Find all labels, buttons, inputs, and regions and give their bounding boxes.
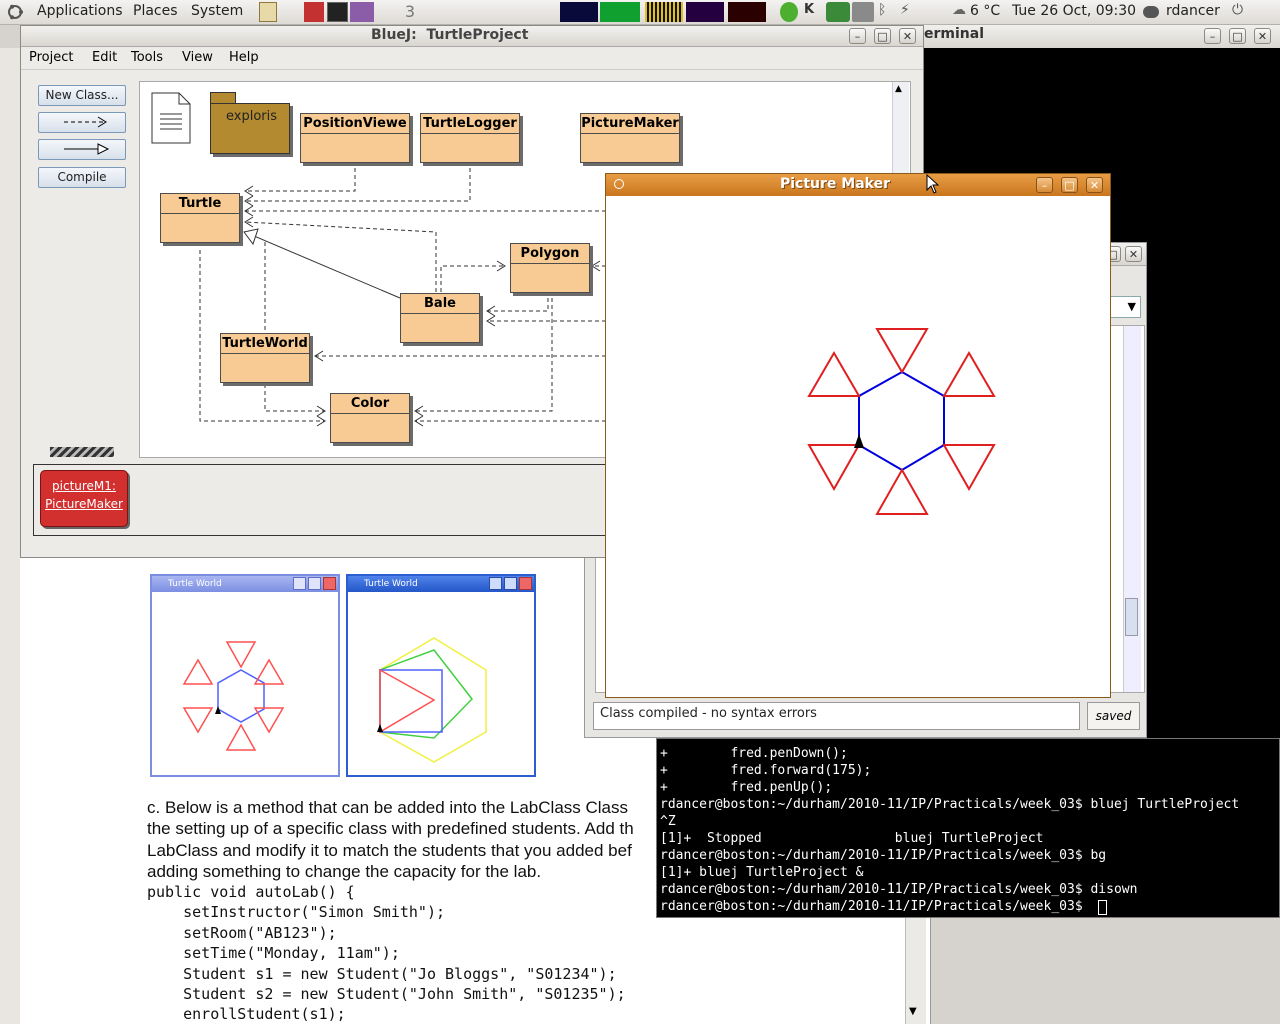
monitor-icon[interactable] [852, 2, 874, 22]
class-name: PositionViewe [301, 114, 409, 134]
terminal-maximize-button[interactable]: □ [1229, 28, 1246, 44]
cpu-monitor-graph [560, 2, 598, 22]
class-name: Color [331, 394, 409, 414]
swap-monitor-graph [686, 2, 724, 22]
terminal-minimize-button[interactable]: – [1204, 28, 1221, 44]
notes-launcher-icon[interactable] [259, 2, 277, 22]
picture-maker-title: Picture Maker [780, 176, 891, 192]
doc-paragraph-line-1: c. Below is a method that can be added i… [147, 798, 629, 817]
clock[interactable]: Tue 26 Oct, 09:30 [1012, 3, 1136, 19]
weather-temperature[interactable]: 6 °C [970, 3, 1000, 19]
class-name: TurtleWorld [221, 334, 309, 354]
class-name: TurtleLogger [421, 114, 519, 134]
network-monitor-graph [645, 2, 683, 22]
doc-code-line-1: public void autoLab() { [147, 883, 355, 901]
object-picturem1[interactable]: pictureM1: PictureMaker [40, 470, 128, 527]
terminal-line-6: [1]+ Stopped bluej TurtleProject [660, 831, 1044, 846]
k-app-icon[interactable]: K [804, 2, 818, 22]
network-three-icon[interactable]: 3 [401, 2, 419, 22]
class-name: Turtle [161, 194, 239, 214]
network-manager-icon[interactable] [826, 2, 850, 22]
window-switcher-icon[interactable] [350, 2, 374, 22]
doc-code-line-5: Student s1 = new Student("Jo Bloggs", "S… [147, 965, 617, 983]
turtle-world-thumbnail-1: Turtle World [150, 574, 340, 777]
terminal-line-9: rdancer@boston:~/durham/2010-11/IP/Pract… [660, 882, 1138, 897]
picture-maker-window: Picture Maker – □ ✕ [605, 173, 1111, 698]
weather-cloud-icon: ☁ [952, 2, 966, 18]
pdf-launcher-icon[interactable] [304, 2, 324, 22]
editor-scrollbar[interactable] [1123, 326, 1141, 692]
class-name: Bale [401, 294, 479, 314]
object-name-line-1: pictureM1: [52, 479, 116, 493]
terminal-launcher-icon[interactable] [327, 2, 348, 22]
menu-applications[interactable]: Applications [37, 3, 123, 19]
doc-code-line-7: enrollStudent(s1); [147, 1005, 346, 1023]
doc-scroll-down-arrow[interactable]: ▼ [909, 1006, 917, 1017]
class-name: PictureMaker [581, 114, 679, 134]
power-button-icon[interactable]: ⏻ [1232, 2, 1248, 22]
terminal-line-2: + fred.forward(175); [660, 763, 872, 778]
doc-code-line-6: Student s2 = new Student("John Smith", "… [147, 985, 626, 1003]
class-polygon[interactable]: Polygon [510, 243, 590, 293]
memory-monitor-graph [600, 2, 640, 22]
document-icon [151, 92, 191, 144]
thumb-drawing-polygons [377, 637, 487, 763]
doc-paragraph-line-3: LabClass and modify it to match the stud… [147, 841, 632, 860]
class-color[interactable]: Color [330, 393, 410, 443]
terminal-line-3: + fred.penUp(); [660, 780, 833, 795]
class-picturemaker[interactable]: PictureMaker [580, 113, 680, 163]
readme-file-icon[interactable] [151, 92, 191, 148]
class-turtlelogger[interactable]: TurtleLogger [420, 113, 520, 163]
terminal-window: erminal – □ ✕ [924, 24, 1280, 49]
doc-paragraph-line-2: the setting up of a specific class with … [147, 819, 634, 838]
class-turtle[interactable]: Turtle [160, 193, 240, 243]
load-monitor-graph [728, 2, 766, 22]
class-name: Polygon [511, 244, 589, 264]
doc-code-line-2: setInstructor("Simon Smith"); [147, 903, 446, 921]
editor-saved-label: saved [1095, 709, 1132, 723]
menu-system[interactable]: System [191, 3, 243, 19]
object-name-line-2: PictureMaker [45, 497, 123, 511]
package-exploris[interactable]: exploris [210, 92, 290, 154]
picture-maker-close-button[interactable]: ✕ [1086, 177, 1103, 193]
terminal-line-10: rdancer@boston:~/durham/2010-11/IP/Pract… [660, 899, 1091, 914]
gnome-top-panel: Applications Places System 3 K ᛒ ⚡ ☁ 6 °… [0, 0, 1280, 25]
thumb-title-1: Turtle World [168, 579, 222, 589]
menu-places[interactable]: Places [133, 3, 178, 19]
doc-paragraph-line-4: adding something to change the capacity … [147, 862, 542, 881]
terminal-line-7: rdancer@boston:~/durham/2010-11/IP/Pract… [660, 848, 1107, 863]
ubuntu-logo-icon[interactable] [6, 3, 24, 21]
package-label: exploris [226, 109, 278, 124]
turtle-drawing-canvas [807, 328, 996, 515]
terminal-line-1: + fred.penDown(); [660, 746, 848, 761]
terminal-title: erminal [924, 26, 984, 42]
doc-code-line-4: setTime("Monday, 11am"); [147, 944, 400, 962]
doc-code-line-3: setRoom("AB123"); [147, 924, 337, 942]
user-name[interactable]: rdancer [1166, 3, 1220, 19]
thumb-title-2: Turtle World [364, 579, 418, 589]
class-positionviewer[interactable]: PositionViewe [300, 113, 410, 163]
terminal-line-8: [1]+ bluej TurtleProject & [660, 865, 864, 880]
editor-status-text: Class compiled - no syntax errors [600, 706, 817, 721]
picture-maker-minimize-button[interactable]: – [1036, 177, 1053, 193]
power-plug-icon[interactable]: ⚡ [900, 2, 918, 22]
terminal-close-button[interactable]: ✕ [1254, 28, 1271, 44]
terminal-cursor [1098, 900, 1107, 915]
bluetooth-icon[interactable]: ᛒ [878, 2, 892, 22]
terminal-line-4: rdancer@boston:~/durham/2010-11/IP/Pract… [660, 797, 1240, 812]
editor-scroll-thumb[interactable] [1125, 598, 1138, 636]
mouse-pointer-icon [926, 174, 940, 194]
update-check-icon[interactable] [780, 2, 798, 22]
turtle-world-thumbnail-2: Turtle World [346, 574, 536, 777]
chat-bubble-icon[interactable] [1143, 6, 1159, 18]
terminal-line-5: ^Z [660, 814, 676, 829]
window-menu-icon[interactable] [614, 179, 624, 189]
editor-close-button[interactable]: ✕ [1125, 246, 1142, 262]
editor-saved-indicator: saved [1087, 702, 1140, 730]
class-turtleworld[interactable]: TurtleWorld [220, 333, 310, 383]
thumb-drawing-hexagon [182, 641, 285, 751]
editor-status-field: Class compiled - no syntax errors [593, 702, 1080, 730]
picture-maker-maximize-button[interactable]: □ [1061, 177, 1078, 193]
class-bale[interactable]: Bale [400, 293, 480, 343]
